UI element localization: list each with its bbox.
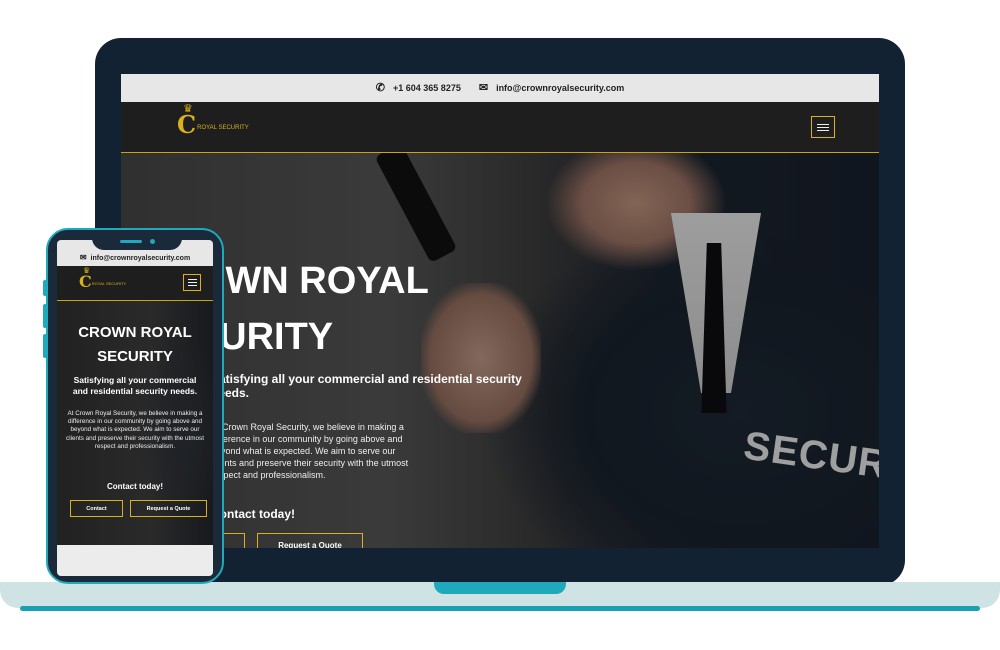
phone-hero-subtitle: Satisfying all your commercial and resid… <box>72 375 198 396</box>
hero-paragraph: At Crown Royal Security, we believe in m… <box>211 422 409 480</box>
phone-contact-button[interactable]: Contact <box>70 500 123 517</box>
hamburger-icon <box>817 123 829 125</box>
contact-topbar: ✆ +1 604 365 8275 ✉ info@crownroyalsecur… <box>121 74 879 102</box>
phone-site-logo[interactable]: C ♛ ROYAL SECURITY <box>79 266 127 291</box>
phone-number[interactable]: +1 604 365 8275 <box>393 83 461 93</box>
topbar-phone[interactable]: ✆ +1 604 365 8275 <box>375 81 461 94</box>
phone-icon: ✆ <box>375 81 386 94</box>
phone-request-quote-button[interactable]: Request a Quote <box>130 500 207 517</box>
phone-camera <box>150 239 155 244</box>
main-navbar: C ♛ ROYAL SECURITY <box>121 102 879 153</box>
phone-screen: ✉ info@crownroyalsecurity.com C ♛ ROYAL … <box>57 240 213 576</box>
phone-speaker <box>120 240 142 243</box>
crown-icon: ♛ <box>83 266 91 275</box>
laptop-notch <box>434 582 566 594</box>
crown-icon: ♛ <box>183 102 193 115</box>
phone-hero-paragraph: At Crown Royal Security, we believe in m… <box>66 410 204 450</box>
mail-icon: ✉ <box>79 253 87 262</box>
phone-hero-section: CROWN ROYAL SECURITY Satisfying all your… <box>57 301 213 545</box>
email-address[interactable]: info@crownroyalsecurity.com <box>496 83 624 93</box>
phone-notch <box>92 230 182 250</box>
topbar-email[interactable]: ✉ info@crownroyalsecurity.com <box>478 81 624 94</box>
logo-text: ROYAL SECURITY <box>91 281 127 286</box>
site-logo[interactable]: C ♛ ROYAL SECURITY <box>177 102 249 139</box>
mail-icon: ✉ <box>478 81 489 94</box>
logo-text: ROYAL SECURITY <box>197 124 249 131</box>
phone-email-address[interactable]: info@crownroyalsecurity.com <box>91 255 191 262</box>
phone-hamburger-button[interactable] <box>183 274 201 291</box>
hamburger-icon <box>187 279 197 280</box>
hero-section: SECURITY CROWN ROYAL SECURITY Satisfying… <box>121 153 879 548</box>
request-quote-button[interactable]: Request a Quote <box>257 533 363 548</box>
phone-page-bottom <box>57 545 213 576</box>
hero-subtitle: Satisfying all your commercial and resid… <box>211 372 522 400</box>
laptop-screen: ✆ +1 604 365 8275 ✉ info@crownroyalsecur… <box>121 74 879 548</box>
phone-navbar: C ♛ ROYAL SECURITY <box>57 266 213 301</box>
phone-hero-title: CROWN ROYAL SECURITY <box>78 324 192 365</box>
phone-hero-cta-heading: Contact today! <box>107 482 163 491</box>
laptop-base-edge <box>20 606 980 611</box>
hamburger-menu-button[interactable] <box>811 116 835 138</box>
